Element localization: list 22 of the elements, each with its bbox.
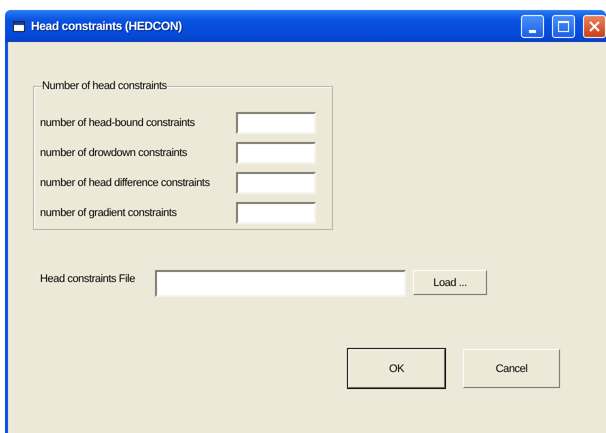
field-label: number of drowdown constraints: [40, 147, 188, 159]
minimize-icon: [529, 30, 536, 32]
input-field[interactable]: [236, 202, 316, 224]
input-field[interactable]: [236, 112, 316, 134]
input-field[interactable]: [236, 142, 316, 164]
minimize-button[interactable]: [521, 14, 544, 38]
close-icon: [589, 20, 600, 32]
window-icon: [13, 20, 25, 32]
field-label: number of gradient constraints: [40, 207, 178, 219]
close-button[interactable]: [583, 14, 606, 38]
load-button[interactable]: Load ...: [413, 270, 487, 295]
dialog-button[interactable]: OK: [348, 349, 445, 388]
input-field[interactable]: [155, 270, 406, 297]
input-field[interactable]: [236, 172, 316, 194]
field-label: Head constraints File: [40, 273, 136, 285]
group-title: Number of head constraints: [42, 80, 167, 92]
field-label: number of head-bound constraints: [40, 117, 196, 129]
dialog-button[interactable]: Cancel: [463, 349, 560, 388]
maximize-button[interactable]: [552, 14, 575, 38]
maximize-icon: [558, 20, 569, 32]
field-label: number of head difference constraints: [40, 177, 211, 189]
window-title: Head constraints (HEDCON): [31, 19, 183, 33]
